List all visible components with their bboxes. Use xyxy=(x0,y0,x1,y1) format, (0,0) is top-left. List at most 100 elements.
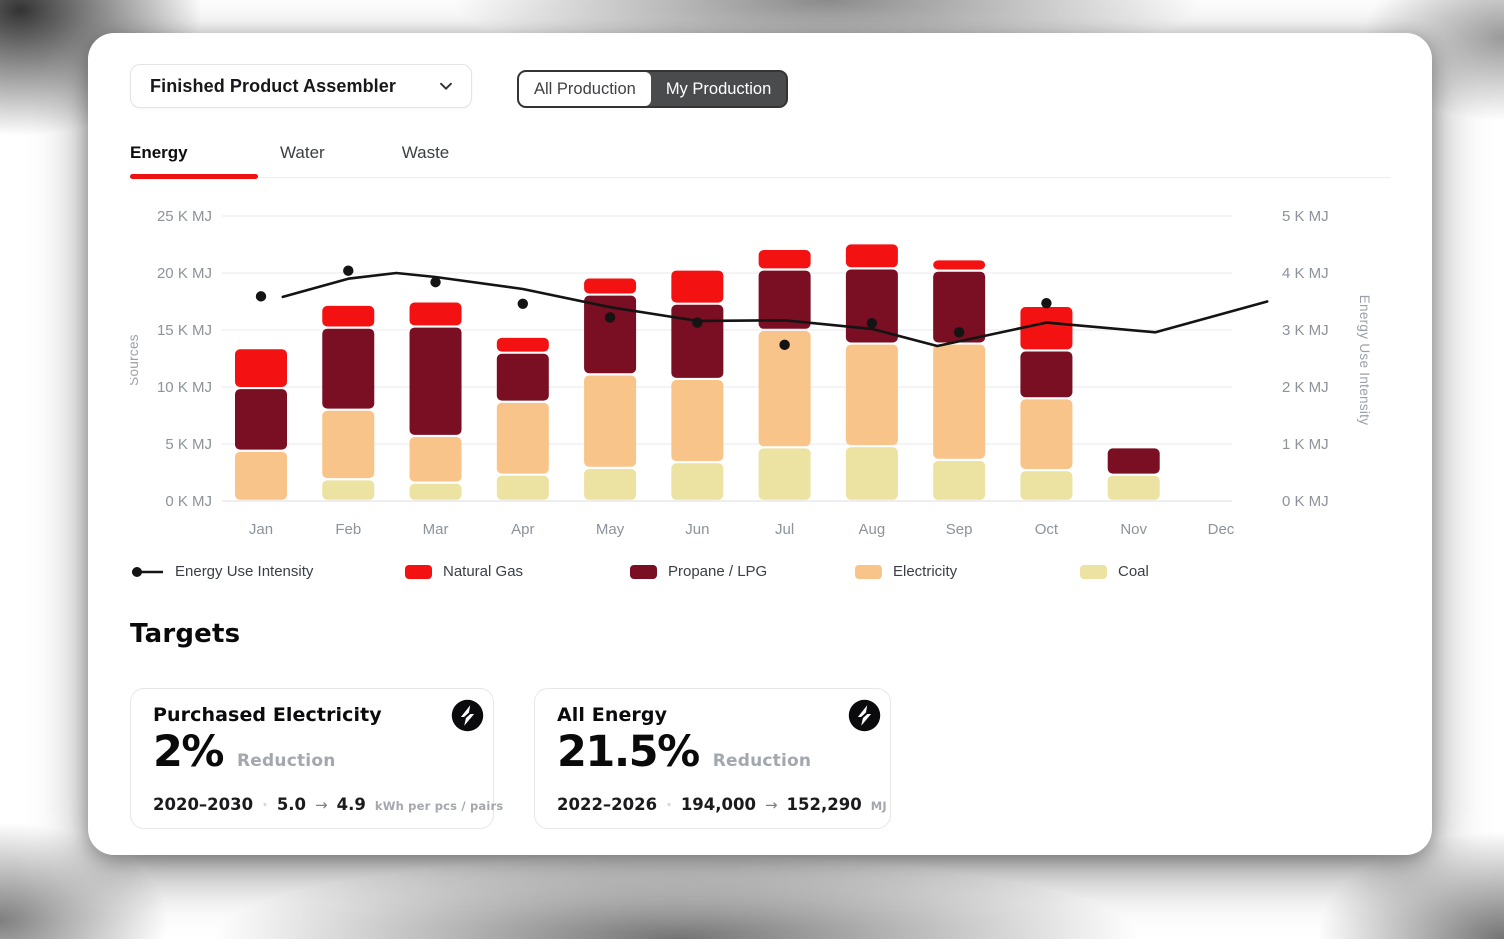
tab-waste-label: Waste xyxy=(402,143,450,162)
bar-mar-coal[interactable] xyxy=(410,484,462,500)
energy-bolt-icon xyxy=(848,699,881,732)
bar-apr-natural-gas[interactable] xyxy=(497,338,549,352)
bar-apr-electricity[interactable] xyxy=(497,403,549,474)
intensity-dot-apr[interactable] xyxy=(518,299,528,309)
chart-legend: Energy Use Intensity Natural Gas Propane /… xyxy=(130,563,1390,580)
month-label: Dec xyxy=(1208,521,1235,538)
target-unit: MJ xyxy=(871,799,887,813)
bar-aug-electricity[interactable] xyxy=(846,345,898,445)
bar-aug-coal[interactable] xyxy=(846,447,898,500)
bar-mar-natural-gas[interactable] xyxy=(410,303,462,326)
bar-feb-electricity[interactable] xyxy=(322,411,374,478)
chevron-down-icon xyxy=(437,77,455,95)
bar-jul-natural-gas[interactable] xyxy=(759,250,811,268)
bar-jun-coal[interactable] xyxy=(671,463,723,500)
month-label: Jun xyxy=(685,521,709,538)
right-axis-tick: 4 K MJ xyxy=(1282,265,1329,282)
bar-may-coal[interactable] xyxy=(584,469,636,500)
target-card-title: All Energy xyxy=(557,704,870,726)
line-dot-icon xyxy=(130,566,164,578)
intensity-dot-jan[interactable] xyxy=(256,291,266,301)
electricity-swatch-icon xyxy=(855,565,882,579)
bar-mar-propane-lpg[interactable] xyxy=(410,328,462,435)
bar-sep-natural-gas[interactable] xyxy=(933,260,985,269)
tab-water[interactable]: Water xyxy=(280,136,325,177)
intensity-dot-sep[interactable] xyxy=(954,327,964,337)
month-label: Feb xyxy=(335,521,361,538)
bar-jan-natural-gas[interactable] xyxy=(235,349,287,387)
legend-label: Electricity xyxy=(893,563,957,580)
intensity-dot-jul[interactable] xyxy=(779,340,789,350)
bar-jan-propane-lpg[interactable] xyxy=(235,389,287,450)
bar-aug-propane-lpg[interactable] xyxy=(846,269,898,342)
bar-oct-coal[interactable] xyxy=(1020,471,1072,500)
toggle-my-production[interactable]: My Production xyxy=(651,72,786,106)
bar-mar-electricity[interactable] xyxy=(410,437,462,482)
target-to-value: 152,290 xyxy=(787,795,862,814)
legend-item-coal[interactable]: Coal xyxy=(1080,563,1149,580)
bar-nov-coal[interactable] xyxy=(1108,476,1160,500)
bar-feb-natural-gas[interactable] xyxy=(322,306,374,327)
intensity-dot-aug[interactable] xyxy=(867,318,877,328)
target-percent: 21.5% xyxy=(557,727,699,777)
legend-item-natural-gas[interactable]: Natural Gas xyxy=(405,563,523,580)
facility-dropdown[interactable]: Finished Product Assembler xyxy=(130,64,472,108)
toggle-all-production[interactable]: All Production xyxy=(519,72,651,106)
legend-item-propane-lpg[interactable]: Propane / LPG xyxy=(630,563,767,580)
legend-label: Energy Use Intensity xyxy=(175,563,313,580)
right-axis-tick: 3 K MJ xyxy=(1282,322,1329,339)
month-label: Aug xyxy=(859,521,886,538)
left-axis-tick: 25 K MJ xyxy=(157,208,212,225)
bar-apr-coal[interactable] xyxy=(497,476,549,500)
legend-item-energy-use-intensity[interactable]: Energy Use Intensity xyxy=(130,563,313,580)
left-axis-tick: 0 K MJ xyxy=(165,493,212,510)
bar-jun-natural-gas[interactable] xyxy=(671,271,723,303)
active-tab-underline xyxy=(130,174,258,179)
month-label: Jan xyxy=(249,521,273,538)
bar-jun-electricity[interactable] xyxy=(671,380,723,461)
tab-energy[interactable]: Energy xyxy=(130,136,258,177)
bar-feb-propane-lpg[interactable] xyxy=(322,329,374,409)
bar-apr-propane-lpg[interactable] xyxy=(497,354,549,401)
intensity-dot-mar[interactable] xyxy=(430,277,440,287)
target-reduction-label: Reduction xyxy=(713,751,812,771)
left-axis-tick: 10 K MJ xyxy=(157,379,212,396)
bar-jul-coal[interactable] xyxy=(759,448,811,499)
arrow-right-icon: → xyxy=(765,796,778,814)
category-tabs: Energy Water Waste xyxy=(130,136,1390,178)
target-card-all-energy: All Energy 21.5% Reduction 2022–2026 · 1… xyxy=(534,688,891,829)
bar-feb-coal[interactable] xyxy=(322,480,374,499)
separator-dot: · xyxy=(262,796,268,814)
intensity-dot-jun[interactable] xyxy=(692,317,702,327)
legend-label: Coal xyxy=(1118,563,1149,580)
tab-waste[interactable]: Waste xyxy=(402,136,450,177)
right-axis-tick: 2 K MJ xyxy=(1282,379,1329,396)
arrow-right-icon: → xyxy=(315,796,328,814)
bar-oct-electricity[interactable] xyxy=(1020,399,1072,469)
bar-oct-propane-lpg[interactable] xyxy=(1020,352,1072,398)
intensity-dot-oct[interactable] xyxy=(1041,298,1051,308)
left-axis-tick: 5 K MJ xyxy=(165,436,212,453)
right-axis-title: Energy Use Intensity xyxy=(1357,295,1372,426)
bar-sep-coal[interactable] xyxy=(933,461,985,500)
energy-chart-area: 0 K MJ0 K MJ5 K MJ1 K MJ10 K MJ2 K MJ15 … xyxy=(130,200,1390,545)
bar-jan-electricity[interactable] xyxy=(235,452,287,500)
left-axis-title: Sources xyxy=(130,334,141,386)
bar-may-natural-gas[interactable] xyxy=(584,279,636,294)
bar-may-electricity[interactable] xyxy=(584,375,636,466)
natural-gas-swatch-icon xyxy=(405,565,432,579)
intensity-dot-may[interactable] xyxy=(605,312,615,322)
bar-nov-propane-lpg[interactable] xyxy=(1108,448,1160,473)
production-toggle: All Production My Production xyxy=(517,70,788,108)
month-label: Mar xyxy=(423,521,449,538)
legend-item-electricity[interactable]: Electricity xyxy=(855,563,957,580)
bar-sep-electricity[interactable] xyxy=(933,345,985,459)
bar-oct-natural-gas[interactable] xyxy=(1020,307,1072,349)
right-axis-tick: 5 K MJ xyxy=(1282,208,1329,225)
bar-jun-propane-lpg[interactable] xyxy=(671,305,723,378)
targets-heading: Targets xyxy=(130,619,240,649)
intensity-dot-feb[interactable] xyxy=(343,266,353,276)
bar-aug-natural-gas[interactable] xyxy=(846,244,898,267)
target-from-value: 5.0 xyxy=(277,795,306,814)
energy-stacked-bar-chart: 0 K MJ0 K MJ5 K MJ1 K MJ10 K MJ2 K MJ15 … xyxy=(130,200,1390,545)
